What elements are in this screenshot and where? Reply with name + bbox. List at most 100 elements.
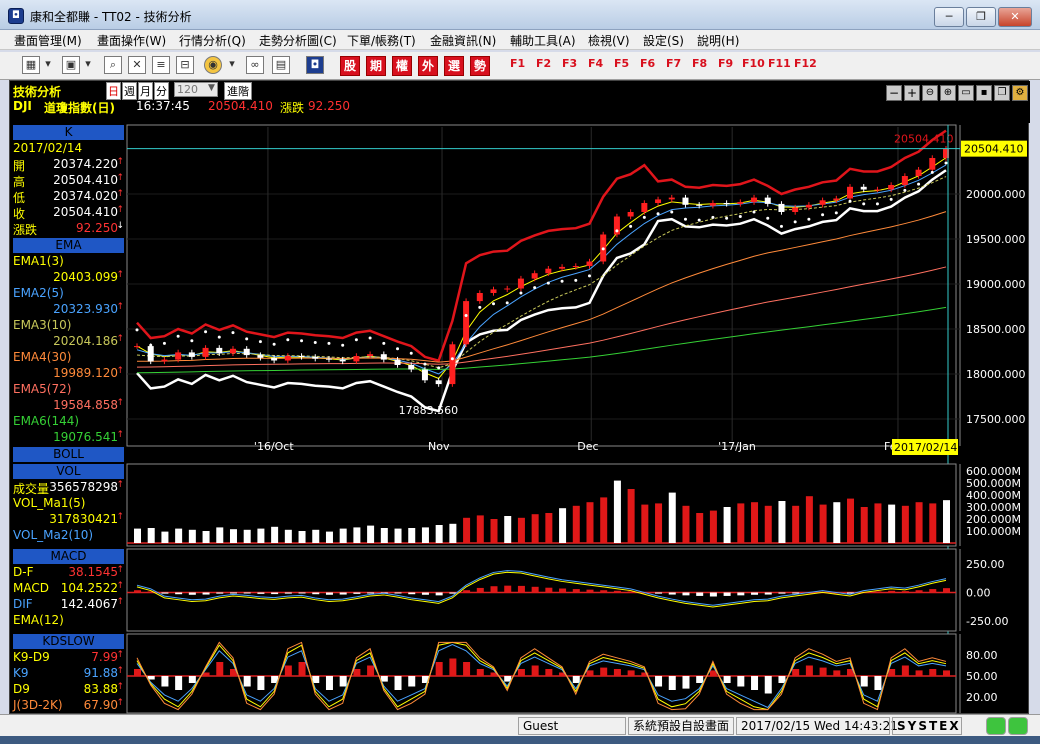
layers-icon[interactable]: ≡ — [152, 56, 170, 74]
trend-button[interactable]: 勢 — [470, 56, 490, 76]
candle — [449, 344, 456, 385]
f5-button[interactable]: F5 — [614, 57, 629, 70]
f1-button[interactable]: F1 — [510, 57, 525, 70]
window-icon[interactable]: ❐ — [994, 85, 1010, 101]
menu-financial-info[interactable]: 金融資訊(N) — [430, 32, 496, 49]
f7-button[interactable]: F7 — [666, 57, 681, 70]
select-button[interactable]: 選 — [444, 56, 464, 76]
zoom-plus-icon[interactable]: + — [904, 85, 920, 101]
histogram-bar — [696, 676, 704, 683]
k-panel-title[interactable]: K — [13, 125, 124, 140]
histogram-bar — [682, 505, 690, 543]
period-week-tab[interactable]: 週 — [122, 82, 137, 100]
histogram-bar — [367, 665, 375, 676]
candle — [751, 197, 758, 203]
boll-panel-title[interactable]: BOLL — [13, 447, 124, 462]
period-minute-tab[interactable]: 分 — [154, 82, 169, 100]
candle — [888, 185, 895, 190]
vol-row: VOL_Ma1(5) — [13, 496, 86, 510]
f12-button[interactable]: F12 — [794, 57, 817, 70]
logo-icon[interactable]: ◘ — [306, 56, 324, 74]
candle — [517, 278, 524, 289]
candle — [353, 356, 360, 362]
monitor-icon[interactable]: ▣ — [62, 56, 80, 74]
histogram-bar — [216, 662, 224, 676]
search-icon[interactable]: ⌕ — [104, 56, 122, 74]
f4-button[interactable]: F4 — [588, 57, 603, 70]
histogram-bar — [929, 503, 937, 543]
taskbar — [0, 736, 1040, 744]
histogram-bar — [915, 590, 923, 593]
zoom-out-icon[interactable]: ⊖ — [922, 85, 938, 101]
histogram-bar — [229, 669, 237, 676]
vol-panel-title[interactable]: VOL — [13, 464, 124, 479]
histogram-bar — [504, 585, 512, 593]
restore-button[interactable]: ❐ — [966, 7, 996, 27]
minimize-button[interactable]: ─ — [934, 7, 964, 27]
save-icon[interactable]: ▪ — [976, 85, 992, 101]
advanced-button[interactable]: 進階 — [224, 82, 252, 100]
candle — [243, 348, 250, 356]
candle — [586, 261, 593, 266]
link-icon[interactable]: ∞ — [246, 56, 264, 74]
histogram-bar — [778, 501, 786, 543]
menu-tools[interactable]: 輔助工具(A) — [510, 32, 576, 49]
candle — [860, 186, 867, 190]
sar-point — [587, 274, 591, 278]
zoom-in-icon[interactable]: ⊕ — [940, 85, 956, 101]
kd-row: K9 91.88 ↑ — [13, 666, 124, 680]
candle — [915, 169, 922, 176]
close-button[interactable]: ✕ — [998, 7, 1032, 27]
close-window-icon[interactable]: ✕ — [128, 56, 146, 74]
globe-icon[interactable]: ◉ — [204, 56, 222, 74]
histogram-bar — [161, 531, 169, 543]
k-row: 高 20504.410 ↑ — [13, 173, 124, 189]
f2-button[interactable]: F2 — [536, 57, 551, 70]
histogram-bar — [298, 662, 306, 676]
period-day-tab[interactable]: 日 — [106, 82, 121, 100]
f8-button[interactable]: F8 — [692, 57, 707, 70]
layout-icon[interactable]: ▦ — [22, 56, 40, 74]
kd-panel-title[interactable]: KDSLOW — [13, 634, 124, 649]
y-tick-label: 100.000M — [966, 525, 1021, 538]
dropdown-arrow-icon[interactable]: ▾ — [226, 56, 238, 74]
options-button[interactable]: 權 — [392, 56, 412, 76]
pane-frame — [126, 633, 957, 714]
menu-screen-manage[interactable]: 畫面管理(M) — [14, 32, 82, 49]
comment-icon[interactable]: ▭ — [958, 85, 974, 101]
settings-icon[interactable]: ⚙ — [1012, 85, 1028, 101]
menu-help[interactable]: 說明(H) — [697, 32, 739, 49]
f6-button[interactable]: F6 — [640, 57, 655, 70]
dropdown-arrow-icon[interactable]: ▾ — [42, 56, 54, 74]
chevron-down-icon[interactable]: ▼ — [208, 83, 215, 93]
macd-panel-title[interactable]: MACD — [13, 549, 124, 564]
picture-icon[interactable]: ▤ — [272, 56, 290, 74]
menu-settings[interactable]: 設定(S) — [643, 32, 684, 49]
dropdown-arrow-icon[interactable]: ▾ — [82, 56, 94, 74]
macd-chart: 250.00 0.00 -250.00 — [126, 548, 1008, 632]
f11-button[interactable]: F11 — [768, 57, 791, 70]
menu-quote-analysis[interactable]: 行情分析(Q) — [179, 32, 246, 49]
split-icon[interactable]: ⊟ — [176, 56, 194, 74]
candle — [339, 359, 346, 362]
histogram-bar — [847, 592, 855, 594]
futures-button[interactable]: 期 — [366, 56, 386, 76]
foreign-button[interactable]: 外 — [418, 56, 438, 76]
menu-order-account[interactable]: 下單/帳務(T) — [347, 32, 416, 49]
stock-button[interactable]: 股 — [340, 56, 360, 76]
f3-button[interactable]: F3 — [562, 57, 577, 70]
menu-view[interactable]: 檢視(V) — [588, 32, 630, 49]
zoom-minus-icon[interactable]: − — [886, 85, 902, 101]
ema-line — [136, 157, 947, 380]
f10-button[interactable]: F10 — [742, 57, 765, 70]
ema-panel-title[interactable]: EMA — [13, 238, 124, 253]
f9-button[interactable]: F9 — [718, 57, 733, 70]
sar-point — [821, 213, 825, 217]
period-month-tab[interactable]: 月 — [138, 82, 153, 100]
menu-trend-chart[interactable]: 走勢分析圖(C) — [259, 32, 337, 49]
candle — [668, 197, 675, 200]
ema-label: EMA5(72) — [13, 382, 72, 396]
analysis-header: 技術分析 日 週 月 分 120 ▼ 進階 DJI 道瓊指數(日) 16:37:… — [10, 81, 1030, 123]
chart-canvas[interactable]: 20000.000 19500.000 19000.000 18500.000 1800… — [10, 81, 1030, 715]
menu-screen-operate[interactable]: 畫面操作(W) — [97, 32, 166, 49]
